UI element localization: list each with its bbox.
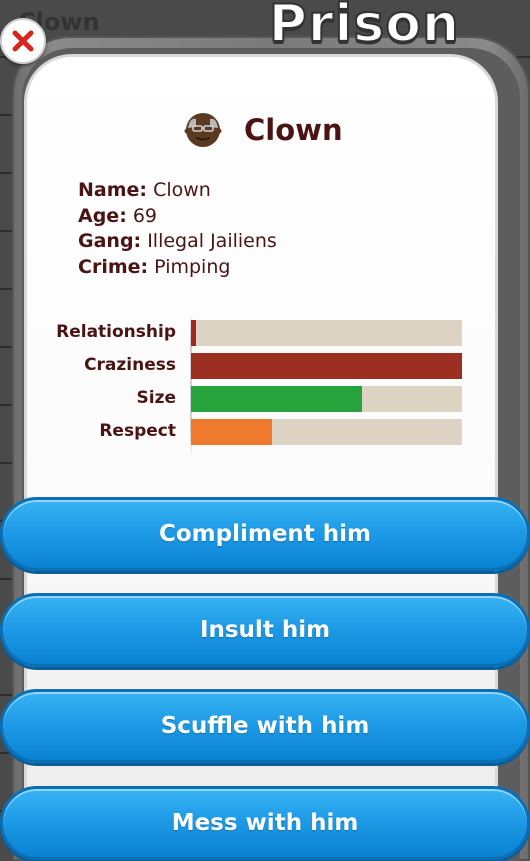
info-value: Pimping [154,255,231,278]
info-label: Crime: [78,255,149,278]
stat-bar-relationship [191,320,462,346]
prisoner-avatar-icon [184,113,222,147]
dialog-title: Prison [268,0,460,54]
prisoner-header: Clown [184,110,343,150]
stat-row-craziness: Craziness [40,353,470,379]
mess-with-button[interactable]: Mess with him [0,786,530,860]
info-row-gang: Gang: Illegal Jailiens [78,229,277,255]
stats-panel: Relationship Craziness Size Respect [40,312,470,458]
info-value: Illegal Jailiens [147,230,277,252]
stat-fill-respect [191,419,273,445]
info-row-age: Age: 69 [78,204,277,230]
stat-row-size: Size [40,386,470,412]
insult-button[interactable]: Insult him [0,593,530,667]
scuffle-button[interactable]: Scuffle with him [0,689,530,763]
info-label: Gang: [78,230,142,252]
stat-label: Relationship [56,322,176,342]
info-label: Name: [78,179,148,201]
close-button[interactable] [0,18,46,64]
stat-label: Respect [99,421,176,441]
stat-label: Size [136,388,177,408]
info-value: Clown [153,179,211,201]
stat-bar-respect [191,419,462,445]
compliment-button[interactable]: Compliment him [0,497,530,571]
prisoner-info: Name: Clown Age: 69 Gang: Illegal Jailie… [78,178,277,280]
info-label: Age: [78,204,127,227]
stat-fill-relationship [191,320,197,346]
stat-bar-size [191,386,462,412]
stat-row-respect: Respect [40,419,470,445]
info-row-crime: Crime: Pimping [78,255,277,281]
info-row-name: Name: Clown [78,178,277,204]
stat-fill-craziness [191,353,462,379]
close-x-icon [12,30,34,52]
stat-fill-size [191,386,362,412]
stat-bar-craziness [191,353,462,379]
prisoner-name-title: Clown [244,113,343,147]
stat-row-relationship: Relationship [40,320,470,346]
stat-label: Craziness [84,355,176,375]
info-value: 69 [132,204,158,227]
